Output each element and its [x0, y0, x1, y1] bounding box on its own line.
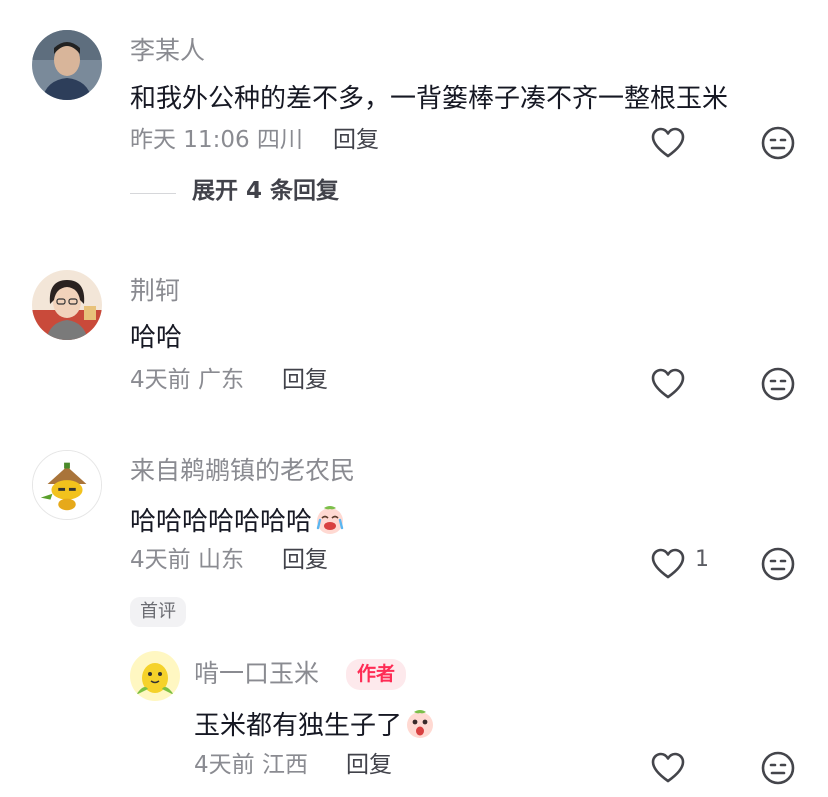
first-comment-badge: 首评	[130, 597, 186, 627]
comment-text-content: 哈哈哈哈哈哈哈	[130, 507, 313, 537]
reply-button[interactable]: 回复	[282, 369, 328, 392]
avatar[interactable]	[130, 651, 180, 701]
commenter-name[interactable]: 来自鹈鹕镇的老农民	[130, 458, 355, 483]
commenter-name[interactable]: 啃一口玉米	[194, 661, 319, 686]
comment-text: 哈哈哈哈哈哈哈	[130, 504, 346, 536]
reply-button[interactable]: 回复	[282, 549, 328, 572]
avatar[interactable]	[32, 30, 102, 100]
neutral-face-icon[interactable]	[760, 546, 796, 582]
heart-outline-icon[interactable]	[650, 366, 686, 402]
avatar[interactable]	[32, 270, 102, 340]
comment-meta: 昨天 11:06 四川	[130, 127, 303, 153]
comment-text-content: 玉米都有独生子了	[194, 711, 403, 741]
neutral-face-icon[interactable]	[760, 366, 796, 402]
surprised-emoji	[404, 708, 436, 740]
comment-text: 哈哈	[130, 323, 183, 353]
reply-button[interactable]: 回复	[333, 129, 379, 152]
commenter-name[interactable]: 荆轲	[130, 278, 180, 303]
comment-meta: 4天前 广东	[130, 367, 244, 393]
author-badge: 作者	[346, 659, 407, 690]
reply-button[interactable]: 回复	[346, 754, 392, 777]
neutral-face-icon[interactable]	[760, 125, 796, 161]
neutral-face-icon[interactable]	[760, 750, 796, 786]
heart-outline-icon[interactable]	[650, 125, 686, 161]
avatar[interactable]	[32, 450, 102, 520]
expand-replies-button[interactable]: 展开 4 条回复	[192, 180, 339, 203]
comment-text: 和我外公种的差不多，一背篓棒子凑不齐一整根玉米	[130, 84, 729, 114]
like-count: 1	[695, 547, 709, 572]
expand-divider	[130, 193, 176, 194]
heart-outline-icon[interactable]	[650, 750, 686, 786]
comment-text: 玉米都有独生子了	[194, 708, 436, 740]
heart-outline-icon[interactable]	[650, 546, 686, 582]
laugh-cry-emoji	[314, 504, 346, 536]
commenter-name[interactable]: 李某人	[130, 38, 205, 63]
comment-meta: 4天前 山东	[130, 547, 244, 573]
comment-meta: 4天前 江西	[194, 752, 308, 778]
